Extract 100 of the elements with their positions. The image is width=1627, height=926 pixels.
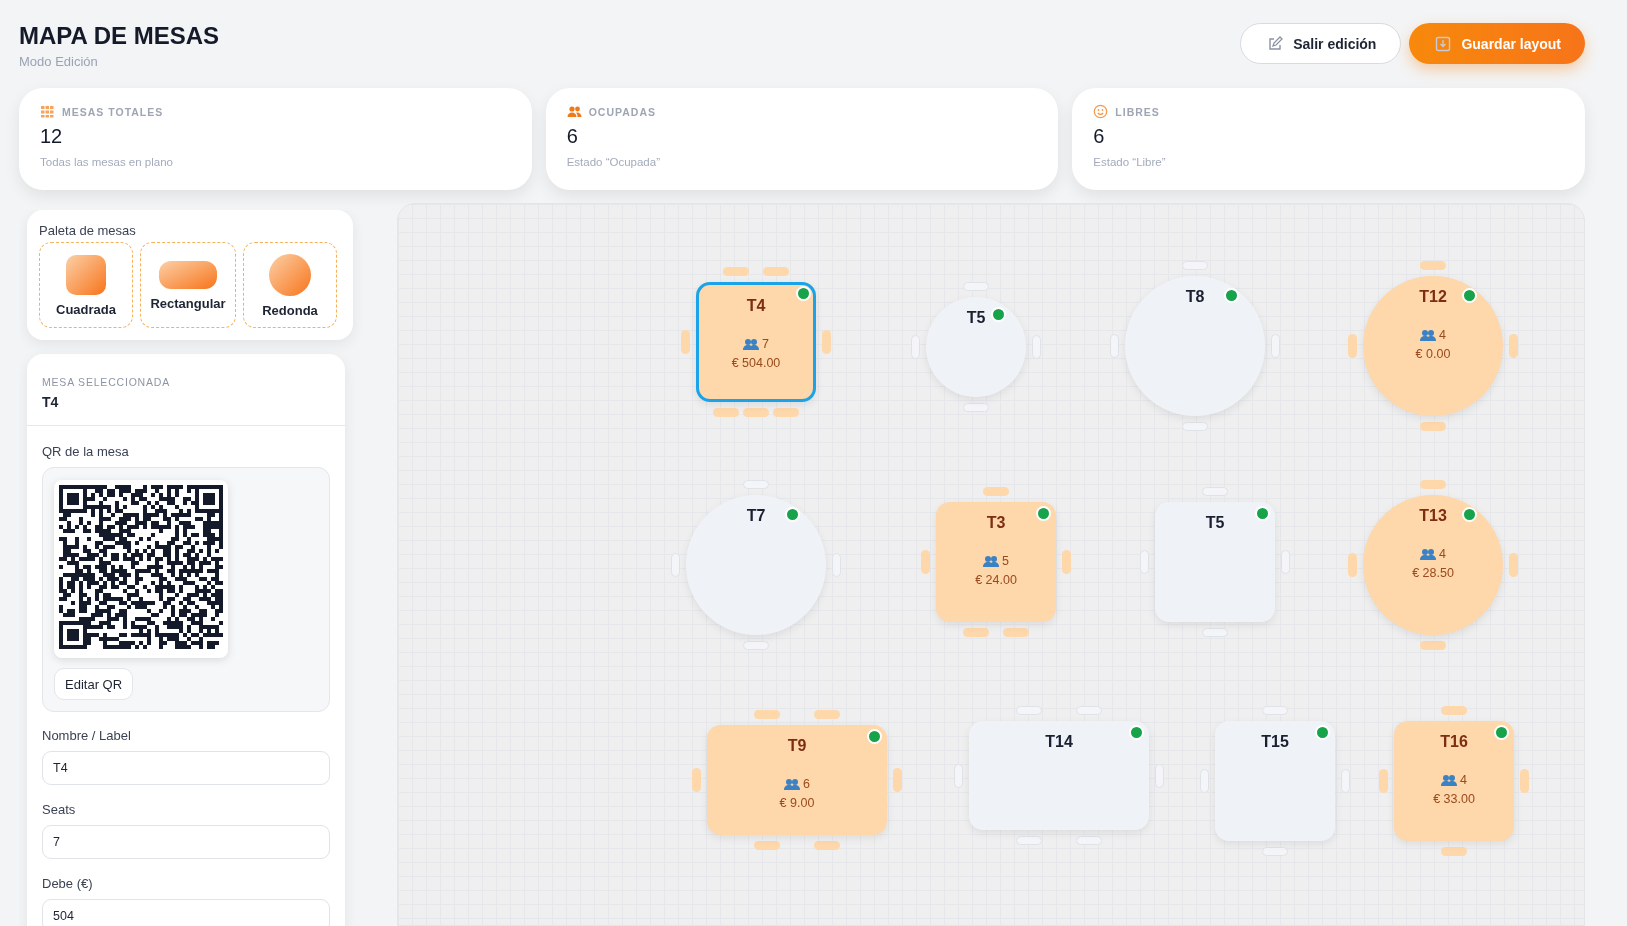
chair: [1509, 334, 1518, 358]
square-table[interactable]: T16 4 € 33.00: [1394, 721, 1514, 841]
palette-item[interactable]: Rectangular: [140, 242, 236, 328]
field-label: Debe (€): [42, 876, 93, 891]
people-icon: [1420, 329, 1436, 341]
amount-due: € 504.00: [731, 356, 781, 370]
stat-caption: Todas las mesas en plano: [40, 156, 173, 168]
input-field[interactable]: 7: [42, 825, 330, 859]
table-label: T15: [1261, 733, 1289, 751]
chair: [692, 768, 701, 792]
table-label: T8: [1185, 288, 1205, 306]
edit-icon: [1267, 35, 1284, 52]
table-label: T16: [1440, 733, 1468, 751]
amount-due: € 9.00: [779, 796, 815, 810]
chair: [754, 710, 780, 719]
chair: [754, 841, 780, 850]
chair: [1348, 553, 1357, 577]
chair: [1441, 706, 1467, 715]
page-subtitle: Modo Edición: [19, 54, 98, 69]
chair: [773, 408, 799, 417]
chair: [1076, 836, 1102, 845]
stat-caption: Estado “Libre”: [1093, 156, 1166, 168]
chair: [1062, 550, 1071, 574]
palette-item[interactable]: Cuadrada: [39, 242, 133, 328]
chair: [1348, 334, 1357, 358]
table-label: T3: [986, 514, 1006, 532]
people-icon: [743, 338, 759, 350]
chair: [921, 550, 930, 574]
stat-value: 12: [40, 125, 63, 148]
stat-label: LIBRES: [1115, 105, 1160, 118]
round-table[interactable]: T5: [926, 297, 1026, 397]
exit-edit-button[interactable]: Salir edición: [1240, 23, 1402, 64]
square-table-icon: [65, 253, 107, 296]
palette-item[interactable]: Redonda: [243, 242, 337, 328]
round-table[interactable]: T7: [686, 495, 826, 635]
chair: [983, 487, 1009, 496]
seat-count: 4: [1439, 547, 1446, 561]
people-icon: [983, 555, 999, 567]
people-icon: [1420, 548, 1436, 560]
chair: [1016, 836, 1042, 845]
round-table[interactable]: T13 4 € 28.50: [1363, 495, 1503, 635]
chair: [814, 710, 840, 719]
chair: [1420, 422, 1446, 431]
table-label: T7: [746, 507, 766, 525]
table-label: T5: [1205, 514, 1225, 532]
chair: [1379, 769, 1388, 793]
chair: [963, 628, 989, 637]
seat-count: 6: [803, 777, 810, 791]
input-field[interactable]: 504: [42, 899, 330, 926]
chair: [1202, 628, 1228, 637]
chair: [1520, 769, 1529, 793]
people-icon: [1441, 774, 1457, 786]
chair: [1182, 422, 1208, 431]
stat-value: 6: [566, 125, 578, 148]
stat-value: 6: [1093, 125, 1105, 148]
rectangular-table[interactable]: T9 6 € 9.00: [707, 725, 887, 835]
rectangular-table[interactable]: T14: [969, 721, 1149, 830]
panel-heading: MESA SELECCIONADA: [42, 376, 170, 388]
stat-label: MESAS TOTALES: [62, 105, 164, 118]
table-label: T14: [1045, 733, 1073, 751]
amount-due: € 33.00: [1433, 792, 1475, 806]
round-table-icon: [268, 252, 312, 297]
table-label: T13: [1419, 507, 1447, 525]
seat-count: 4: [1439, 328, 1446, 342]
chair: [681, 330, 690, 354]
seat-count: 7: [762, 337, 769, 351]
table-label: T5: [966, 309, 986, 327]
chair: [1441, 847, 1467, 856]
chair: [1420, 261, 1446, 270]
round-table[interactable]: T8: [1125, 276, 1265, 416]
input-field[interactable]: T4: [42, 751, 330, 785]
seat-count: 4: [1460, 773, 1467, 787]
smiley-icon: [1093, 104, 1109, 119]
chair: [743, 408, 769, 417]
palette-title: Paleta de mesas: [39, 223, 137, 238]
chair: [822, 330, 831, 354]
seat-count: 5: [1002, 554, 1009, 568]
people-icon: [784, 778, 800, 790]
square-table[interactable]: T15: [1215, 721, 1335, 841]
field-label: Nombre / Label: [42, 728, 131, 743]
square-table[interactable]: T4 7 € 504.00: [696, 282, 816, 402]
round-table[interactable]: T12 4 € 0.00: [1363, 276, 1503, 416]
chair: [713, 408, 739, 417]
square-table[interactable]: T5: [1155, 502, 1275, 622]
amount-due: € 28.50: [1412, 566, 1454, 580]
field-label: QR de la mesa: [42, 444, 129, 459]
square-table[interactable]: T3 5 € 24.00: [936, 502, 1056, 622]
download-icon: [1435, 35, 1452, 52]
table-grid-icon: [40, 104, 55, 119]
amount-due: € 24.00: [975, 573, 1017, 587]
chair: [1420, 641, 1446, 650]
selected-table-name: T4: [42, 394, 59, 410]
chair: [814, 841, 840, 850]
chair: [743, 641, 769, 650]
edit-qr-button[interactable]: Editar QR: [54, 668, 134, 700]
chair: [893, 768, 902, 792]
stat-caption: Estado “Ocupada”: [566, 156, 660, 168]
table-label: T12: [1419, 288, 1447, 306]
field-label: Seats: [42, 802, 76, 817]
table-label: T9: [787, 737, 807, 755]
